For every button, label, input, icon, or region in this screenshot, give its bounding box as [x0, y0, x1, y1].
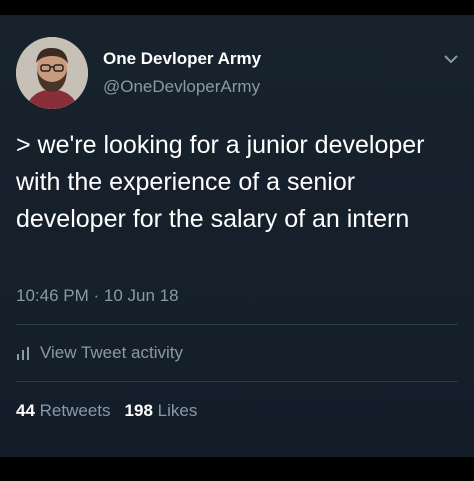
divider [16, 381, 458, 382]
retweets-label: Retweets [39, 401, 111, 420]
retweets-count: 44 [16, 401, 35, 420]
likes-label: Likes [157, 401, 198, 420]
likes-stat[interactable]: 198 Likes [125, 401, 198, 420]
author-display-name[interactable]: One Devloper Army [103, 49, 261, 69]
view-tweet-activity-link[interactable]: View Tweet activity [16, 343, 183, 363]
retweets-stat[interactable]: 44 Retweets [16, 401, 111, 420]
bar-chart-icon [17, 347, 29, 360]
screenshot-frame: One Devloper Army @OneDevloperArmy > we'… [0, 0, 474, 481]
tweet-text: > we're looking for a junior developer w… [16, 131, 425, 233]
chevron-down-icon[interactable] [442, 53, 460, 65]
tweet-timestamp[interactable]: 10:46 PM · 10 Jun 18 [16, 286, 179, 306]
view-tweet-activity-label: View Tweet activity [40, 343, 183, 362]
bearded-man-avatar-icon [16, 37, 88, 109]
tweet-card: One Devloper Army @OneDevloperArmy > we'… [0, 15, 474, 457]
author-handle[interactable]: @OneDevloperArmy [103, 77, 260, 97]
tweet-stats: 44 Retweets 198 Likes [16, 401, 197, 421]
likes-count: 198 [124, 401, 153, 420]
author-avatar[interactable] [16, 37, 88, 109]
divider [16, 324, 458, 325]
